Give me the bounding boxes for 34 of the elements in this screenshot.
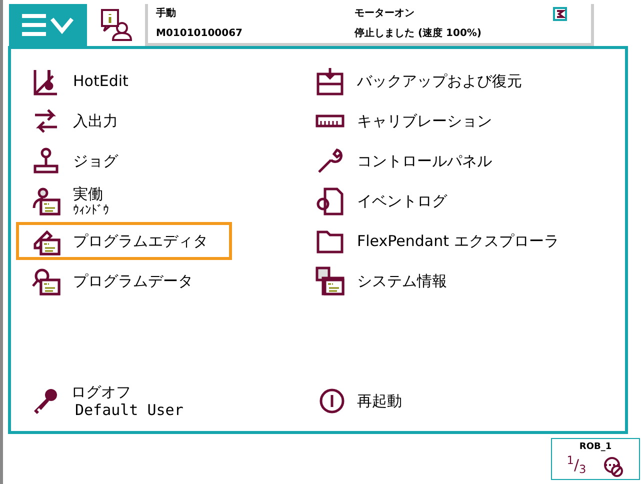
magnifier-document-icon xyxy=(31,266,61,296)
menu-item[interactable]: キャリブレーション xyxy=(300,102,516,140)
event-log-icon xyxy=(315,186,345,216)
logoff-label: ログオフ xyxy=(71,383,132,401)
mode-text: 手動 xyxy=(156,6,177,22)
quickset-button[interactable]: ROB_1 $^{1}$/$_{3}$ xyxy=(551,438,640,480)
menu-item[interactable]: 実働 ｳｨﾝﾄﾞｳ xyxy=(16,182,232,220)
user-name: Default User xyxy=(74,401,184,419)
no-coordinate-icon xyxy=(602,454,624,476)
backup-drive-icon xyxy=(315,66,345,96)
menu-item[interactable]: ジョグ xyxy=(16,142,232,180)
menu-item[interactable]: HotEdit xyxy=(16,62,232,100)
info-document-icon xyxy=(315,266,345,296)
power-icon xyxy=(319,388,345,414)
menu-icon xyxy=(20,13,76,37)
joystick-icon xyxy=(31,146,61,176)
menu-item[interactable]: FlexPendant エクスプローラ xyxy=(300,222,574,260)
menu-item[interactable]: バックアップおよび復元 xyxy=(300,62,537,100)
system-name-text: M01010100067 xyxy=(156,26,244,41)
menu-item[interactable]: プログラムデータ xyxy=(16,262,232,300)
motor-status-text: モーターオン xyxy=(354,7,416,22)
info-user-icon xyxy=(100,8,132,42)
increment-text: $^{1}$/$_{3}$ xyxy=(566,458,586,473)
robot-unit-text: ROB_1 xyxy=(579,441,612,454)
menu-item[interactable]: プログラムエディタ xyxy=(16,222,232,260)
menu-item[interactable]: イベントログ xyxy=(300,182,516,220)
menu-item[interactable]: システム情報 xyxy=(300,262,516,300)
menu-item[interactable]: 入出力 xyxy=(16,102,232,140)
status-icon xyxy=(553,6,567,21)
logoff-button[interactable]: ログオフ Default User xyxy=(31,383,315,419)
restart-button[interactable]: 再起動 xyxy=(315,383,625,419)
operator-window-icon xyxy=(31,186,61,216)
run-state-text: 停止しました (速度 100%) xyxy=(354,26,482,41)
menu-item[interactable]: コントロールパネル xyxy=(300,142,516,180)
